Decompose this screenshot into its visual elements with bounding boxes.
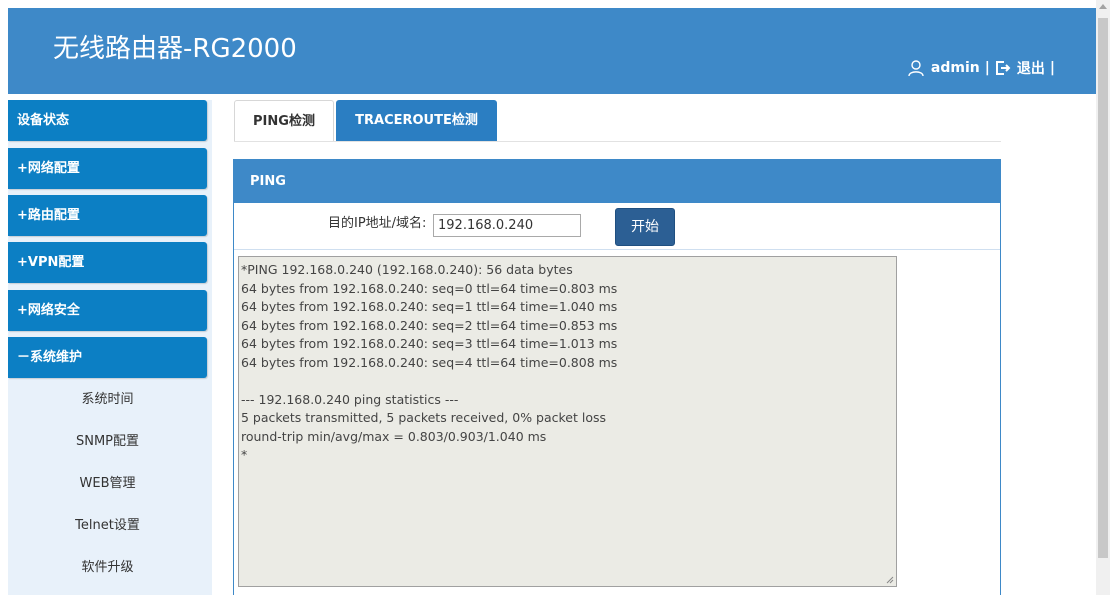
output-line: 64 bytes from 192.168.0.240: seq=0 ttl=6… [241,280,618,296]
scroll-thumb[interactable] [1098,18,1108,558]
app-title: 无线路由器-RG2000 [53,34,297,64]
output-line: --- 192.168.0.240 ping statistics --- [241,391,459,407]
sidebar-subitem-software-upgrade[interactable]: 软件升级 [8,547,207,589]
tab-divider [234,141,1001,142]
start-button[interactable]: 开始 [615,208,675,246]
username-link[interactable]: admin [931,60,980,76]
header-separator: | [984,60,990,76]
panel-title: PING [234,160,1000,203]
sidebar-subitem-system-time[interactable]: 系统时间 [8,379,207,421]
scroll-up-arrow-icon[interactable] [1099,4,1107,9]
output-line: 64 bytes from 192.168.0.240: seq=4 ttl=6… [241,354,618,370]
sidebar-subitem-telnet-settings[interactable]: Telnet设置 [8,505,207,547]
output-line: 5 packets transmitted, 5 packets receive… [241,410,607,425]
header-trailing-separator: | [1049,60,1055,76]
output-line: * [241,447,248,462]
resize-grip-icon[interactable] [886,576,894,584]
output-line: *PING 192.168.0.240 (192.168.0.240): 56 … [241,262,573,277]
output-line: 64 bytes from 192.168.0.240: seq=2 ttl=6… [241,317,618,333]
sidebar-item-network-security[interactable]: +网络安全 [8,290,207,331]
user-icon [907,59,925,77]
logout-link[interactable]: 退出 [1017,58,1045,78]
sidebar-item-vpn-config[interactable]: +VPN配置 [8,242,207,283]
ip-label: 目的IP地址/域名: [328,216,427,231]
sidebar-item-network-config[interactable]: +网络配置 [8,148,207,189]
sidebar-subitem-web-management[interactable]: WEB管理 [8,463,207,505]
sidebar-subitem-snmp-config[interactable]: SNMP配置 [8,421,207,463]
sidebar: 设备状态 +网络配置 +路由配置 +VPN配置 +网络安全 －系统维护 系统时间… [8,100,212,595]
ping-panel: PING 目的IP地址/域名: 开始 *PING 192.168.0.240 (… [233,159,1001,595]
header-bar: 无线路由器-RG2000 admin | 退出 | [8,8,1096,94]
user-area: admin | 退出 | [907,58,1060,78]
output-line: round-trip min/avg/max = 0.803/0.903/1.0… [241,428,547,444]
ping-form-row: 目的IP地址/域名: 开始 [234,203,1000,250]
sidebar-item-device-status[interactable]: 设备状态 [8,100,207,141]
ip-input[interactable] [433,214,581,237]
ping-output-textarea[interactable]: *PING 192.168.0.240 (192.168.0.240): 56 … [238,256,897,587]
page-scrollbar[interactable] [1096,0,1110,595]
output-line: 64 bytes from 192.168.0.240: seq=1 ttl=6… [241,299,618,314]
sidebar-item-route-config[interactable]: +路由配置 [8,195,207,236]
logout-icon[interactable] [995,60,1011,76]
sidebar-item-system-maintenance[interactable]: －系统维护 [8,337,207,378]
output-line: 64 bytes from 192.168.0.240: seq=3 ttl=6… [241,336,618,351]
router-admin-page: 无线路由器-RG2000 admin | 退出 | 设备状态 +网络配置 +路由… [0,0,1110,595]
tab-ping[interactable]: PING检测 [234,100,334,142]
tab-traceroute[interactable]: TRACEROUTE检测 [336,100,497,142]
